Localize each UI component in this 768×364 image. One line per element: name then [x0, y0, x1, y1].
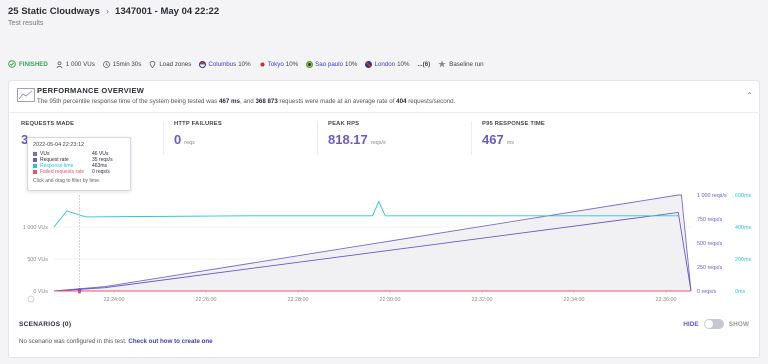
breadcrumb-test[interactable]: 1347001 - May 04 22:22: [115, 6, 219, 17]
performance-overview-header[interactable]: PERFORMANCE OVERVIEW The 95th percentile…: [9, 81, 761, 113]
x-tick-label: 22:34:00: [564, 297, 585, 303]
performance-overview-description: The 95th percentile response time of the…: [37, 98, 456, 105]
x-tick-label: 22:26:00: [196, 297, 217, 303]
uk-flag-icon: [365, 60, 373, 68]
metric-p95-response-time[interactable]: P95 RESPONSE TIME 467 ms: [471, 121, 621, 155]
zone-columbus: Columbus 10%: [199, 60, 251, 68]
timeline-start-handle: [27, 295, 35, 303]
metric-peak-rps[interactable]: PEAK RPS 818.17 reqs/s: [317, 121, 467, 155]
toggle-switch[interactable]: [703, 319, 724, 329]
page-subtitle: Test results: [8, 20, 44, 27]
tooltip-row-failed-rate: Failed requests rate 0 reqs/s: [33, 169, 125, 175]
y-right-reqs-tick-label: 500 reqs/s: [697, 241, 722, 247]
y-right-ms-tick-label: 200ms: [735, 257, 751, 263]
breadcrumb: 25 Static Cloudways › 1347001 - May 04 2…: [8, 6, 760, 17]
y-right-reqs-tick-label: 750 reqs/s: [697, 217, 722, 223]
clock-icon: [102, 60, 110, 68]
status-finished: FINISHED: [8, 60, 48, 68]
y-right-ms-tick-label: 400ms: [735, 225, 751, 231]
hover-point-failed: [77, 290, 82, 294]
x-tick-label: 22:32:00: [472, 297, 493, 303]
pin-icon: [150, 60, 156, 68]
vus-area: [54, 195, 691, 291]
page-header: 25 Static Cloudways › 1347001 - May 04 2…: [0, 0, 768, 40]
metric-http-failures[interactable]: HTTP FAILURES 0 reqs: [163, 121, 313, 155]
y-left-tick-label: 0 VUs: [33, 289, 48, 295]
chart-tooltip: 2022-05-04 22:23:12 VUs 46 VUs Request ra…: [27, 137, 131, 191]
scenarios-toggle[interactable]: HIDE SHOW: [683, 319, 749, 329]
vus-info: 1 000 VUs: [56, 61, 95, 68]
x-tick-label: 22:24:00: [104, 297, 125, 303]
duration-info: 15min 30s: [102, 60, 141, 68]
load-zones: Load zones: [149, 60, 191, 68]
status-bar: FINISHED 1 000 VUs 15min 30s Load zones …: [0, 56, 768, 72]
zone-saopaulo: Sao paulo 10%: [306, 60, 357, 68]
chevron-right-icon: ›: [105, 6, 110, 17]
x-tick-label: 22:30:00: [380, 297, 401, 303]
user-icon: [56, 60, 63, 68]
y-left-tick-label: 1 000 VUs: [23, 225, 48, 231]
y-right-reqs-tick-label: 1 000 reqs/s: [697, 193, 727, 199]
x-tick-label: 22:28:00: [288, 297, 309, 303]
y-left-tick-label: 500 VUs: [27, 257, 48, 263]
performance-card: PERFORMANCE OVERVIEW The 95th percentile…: [8, 80, 761, 358]
chart-icon: [17, 88, 35, 102]
check-circle-icon: [8, 60, 16, 68]
more-zones-link[interactable]: ...(6): [417, 61, 430, 68]
scenarios-title: SCENARIOS (0): [19, 321, 72, 328]
y-right-reqs-tick-label: 0 reqs/s: [697, 289, 716, 295]
performance-overview-title: PERFORMANCE OVERVIEW: [37, 86, 145, 95]
star-icon: [438, 60, 446, 68]
y-right-ms-tick-label: 600ms: [735, 193, 751, 199]
japan-flag-icon: [258, 60, 266, 68]
create-scenario-link[interactable]: Check out how to create one: [128, 338, 212, 345]
breadcrumb-project[interactable]: 25 Static Cloudways: [8, 6, 100, 17]
brazil-flag-icon: [306, 60, 314, 68]
zone-tokyo: Tokyo 10%: [258, 60, 298, 68]
scenarios-message: No scenario was configured in this test.…: [19, 338, 213, 345]
us-flag-icon: [199, 60, 207, 68]
performance-chart[interactable]: 0 VUs 500 VUs 1 000 VUs 0 reqs/s 250 reqs/s 5…: [9, 181, 761, 309]
baseline-run[interactable]: Baseline run: [438, 60, 484, 68]
zone-london: London 10%: [365, 60, 409, 68]
chevron-up-icon[interactable]: ⌃: [746, 91, 753, 100]
x-tick-label: 22:36:00: [656, 297, 677, 303]
y-right-ms-tick-label: 0ms: [735, 289, 745, 295]
y-right-reqs-tick-label: 250 reqs/s: [697, 265, 722, 271]
